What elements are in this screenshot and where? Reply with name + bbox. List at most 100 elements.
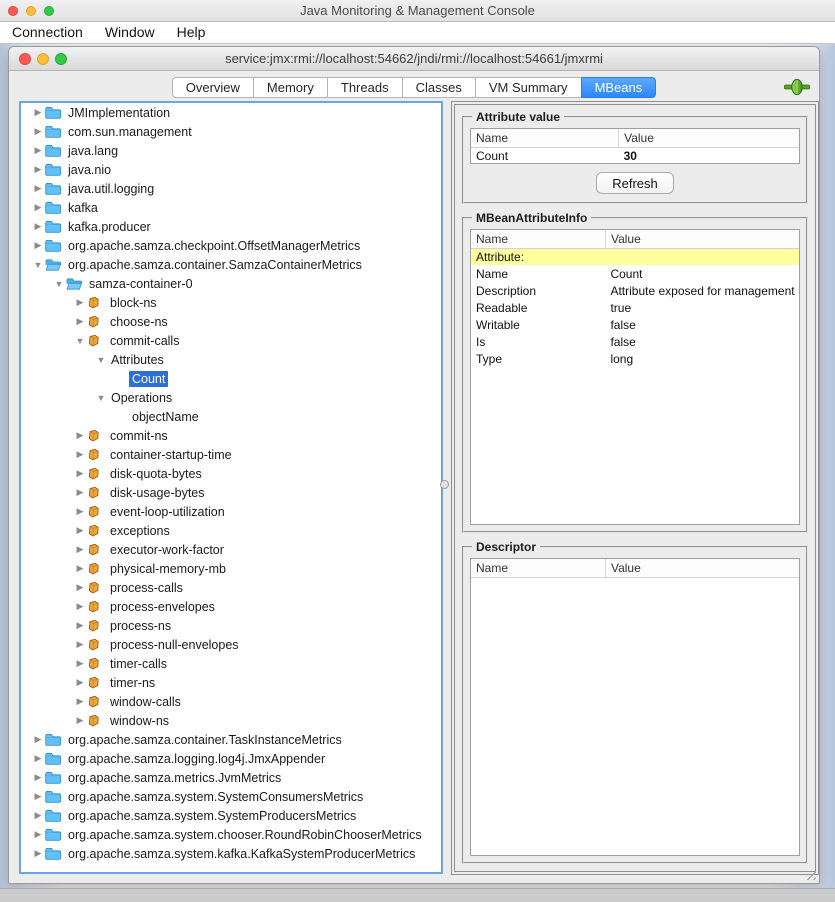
tree-item-org-apache-samza-container-samzacontainermetrics[interactable]: ▼org.apache.samza.container.SamzaContain… (21, 255, 441, 274)
tree-item-java-lang[interactable]: ▶java.lang (21, 141, 441, 160)
splitter-handle[interactable] (440, 480, 449, 489)
tree-item-count[interactable]: Count (21, 369, 441, 388)
collapsed-arrow-icon[interactable]: ▶ (31, 164, 45, 175)
expanded-arrow-icon[interactable]: ▼ (94, 393, 108, 403)
tab-threads[interactable]: Threads (327, 77, 403, 98)
tree-item-choose-ns[interactable]: ▶choose-ns (21, 312, 441, 331)
collapsed-arrow-icon[interactable]: ▶ (73, 639, 87, 650)
tree-item-container-startup-time[interactable]: ▶container-startup-time (21, 445, 441, 464)
tree-item-process-null-envelopes[interactable]: ▶process-null-envelopes (21, 635, 441, 654)
collapsed-arrow-icon[interactable]: ▶ (31, 202, 45, 213)
table-row-is[interactable]: Isfalse (471, 333, 799, 350)
tree-item-block-ns[interactable]: ▶block-ns (21, 293, 441, 312)
collapsed-arrow-icon[interactable]: ▶ (31, 107, 45, 118)
collapsed-arrow-icon[interactable]: ▶ (31, 240, 45, 251)
tree-item-timer-ns[interactable]: ▶timer-ns (21, 673, 441, 692)
tree-item-org-apache-samza-checkpoint-offsetmanagermetrics[interactable]: ▶org.apache.samza.checkpoint.OffsetManag… (21, 236, 441, 255)
tree-item-jmimplementation[interactable]: ▶JMImplementation (21, 103, 441, 122)
collapsed-arrow-icon[interactable]: ▶ (31, 848, 45, 859)
collapsed-arrow-icon[interactable]: ▶ (73, 316, 87, 327)
tree-item-org-apache-samza-metrics-jvmmetrics[interactable]: ▶org.apache.samza.metrics.JvmMetrics (21, 768, 441, 787)
collapsed-arrow-icon[interactable]: ▶ (31, 772, 45, 783)
tree-item-process-calls[interactable]: ▶process-calls (21, 578, 441, 597)
collapsed-arrow-icon[interactable]: ▶ (73, 525, 87, 536)
tree-item-samza-container-0[interactable]: ▼samza-container-0 (21, 274, 441, 293)
table-row-readable[interactable]: Readabletrue (471, 299, 799, 316)
collapsed-arrow-icon[interactable]: ▶ (73, 297, 87, 308)
tab-mbeans[interactable]: MBeans (581, 77, 657, 98)
expanded-arrow-icon[interactable]: ▼ (94, 355, 108, 365)
collapsed-arrow-icon[interactable]: ▶ (73, 696, 87, 707)
tab-classes[interactable]: Classes (402, 77, 476, 98)
tree-item-java-nio[interactable]: ▶java.nio (21, 160, 441, 179)
tree-item-process-ns[interactable]: ▶process-ns (21, 616, 441, 635)
tree-item-disk-usage-bytes[interactable]: ▶disk-usage-bytes (21, 483, 441, 502)
tree-item-executor-work-factor[interactable]: ▶executor-work-factor (21, 540, 441, 559)
refresh-button[interactable]: Refresh (596, 172, 674, 194)
tree-item-kafka-producer[interactable]: ▶kafka.producer (21, 217, 441, 236)
table-row-count[interactable]: Count30 (471, 147, 799, 164)
tab-overview[interactable]: Overview (172, 77, 254, 98)
tree-item-org-apache-samza-container-taskinstancemetrics[interactable]: ▶org.apache.samza.container.TaskInstance… (21, 730, 441, 749)
collapsed-arrow-icon[interactable]: ▶ (31, 753, 45, 764)
collapsed-arrow-icon[interactable]: ▶ (73, 677, 87, 688)
collapsed-arrow-icon[interactable]: ▶ (31, 791, 45, 802)
tree-item-org-apache-samza-system-chooser-roundrobinchoosermetrics[interactable]: ▶org.apache.samza.system.chooser.RoundRo… (21, 825, 441, 844)
tree-item-org-apache-samza-system-systemproducersmetrics[interactable]: ▶org.apache.samza.system.SystemProducers… (21, 806, 441, 825)
tab-vm-summary[interactable]: VM Summary (475, 77, 582, 98)
tree-item-commit-ns[interactable]: ▶commit-ns (21, 426, 441, 445)
collapsed-arrow-icon[interactable]: ▶ (73, 582, 87, 593)
menu-help[interactable]: Help (166, 22, 217, 44)
collapsed-arrow-icon[interactable]: ▶ (31, 126, 45, 137)
collapsed-arrow-icon[interactable]: ▶ (73, 487, 87, 498)
tree-item-process-envelopes[interactable]: ▶process-envelopes (21, 597, 441, 616)
tree-item-timer-calls[interactable]: ▶timer-calls (21, 654, 441, 673)
collapsed-arrow-icon[interactable]: ▶ (73, 544, 87, 555)
collapsed-arrow-icon[interactable]: ▶ (73, 601, 87, 612)
tree-item-window-calls[interactable]: ▶window-calls (21, 692, 441, 711)
column-header-value[interactable]: Value (619, 129, 799, 147)
expanded-arrow-icon[interactable]: ▼ (52, 279, 66, 289)
column-header-value[interactable]: Value (605, 559, 799, 577)
tree-item-operations[interactable]: ▼Operations (21, 388, 441, 407)
table-row-name[interactable]: NameCount (471, 265, 799, 282)
collapsed-arrow-icon[interactable]: ▶ (73, 430, 87, 441)
table-row-description[interactable]: DescriptionAttribute exposed for managem… (471, 282, 799, 299)
tree-item-event-loop-utilization[interactable]: ▶event-loop-utilization (21, 502, 441, 521)
tree-item-com-sun-management[interactable]: ▶com.sun.management (21, 122, 441, 141)
collapsed-arrow-icon[interactable]: ▶ (31, 734, 45, 745)
expanded-arrow-icon[interactable]: ▼ (73, 336, 87, 346)
collapsed-arrow-icon[interactable]: ▶ (31, 221, 45, 232)
collapsed-arrow-icon[interactable]: ▶ (73, 468, 87, 479)
column-header-name[interactable]: Name (471, 129, 619, 147)
collapsed-arrow-icon[interactable]: ▶ (31, 810, 45, 821)
collapsed-arrow-icon[interactable]: ▶ (31, 829, 45, 840)
tree-item-commit-calls[interactable]: ▼commit-calls (21, 331, 441, 350)
table-row-type[interactable]: Typelong (471, 350, 799, 367)
column-header-name[interactable]: Name (471, 230, 605, 248)
tree-item-org-apache-samza-logging-log4j-jmxappender[interactable]: ▶org.apache.samza.logging.log4j.JmxAppen… (21, 749, 441, 768)
tree-item-attributes[interactable]: ▼Attributes (21, 350, 441, 369)
tree-item-exceptions[interactable]: ▶exceptions (21, 521, 441, 540)
column-header-name[interactable]: Name (471, 559, 605, 577)
tree-item-physical-memory-mb[interactable]: ▶physical-memory-mb (21, 559, 441, 578)
table-row-writable[interactable]: Writablefalse (471, 316, 799, 333)
collapsed-arrow-icon[interactable]: ▶ (73, 506, 87, 517)
tree-item-kafka[interactable]: ▶kafka (21, 198, 441, 217)
menu-window[interactable]: Window (94, 22, 166, 44)
collapsed-arrow-icon[interactable]: ▶ (73, 658, 87, 669)
expanded-arrow-icon[interactable]: ▼ (31, 260, 45, 270)
tab-memory[interactable]: Memory (253, 77, 328, 98)
menu-connection[interactable]: Connection (0, 22, 94, 44)
tree-item-disk-quota-bytes[interactable]: ▶disk-quota-bytes (21, 464, 441, 483)
table-row-attribute[interactable]: Attribute: (471, 248, 799, 265)
tree-item-java-util-logging[interactable]: ▶java.util.logging (21, 179, 441, 198)
collapsed-arrow-icon[interactable]: ▶ (31, 145, 45, 156)
collapsed-arrow-icon[interactable]: ▶ (31, 183, 45, 194)
tree-item-objectname[interactable]: objectName (21, 407, 441, 426)
tree-item-org-apache-samza-system-systemconsumersmetrics[interactable]: ▶org.apache.samza.system.SystemConsumers… (21, 787, 441, 806)
collapsed-arrow-icon[interactable]: ▶ (73, 449, 87, 460)
tree-item-window-ns[interactable]: ▶window-ns (21, 711, 441, 730)
collapsed-arrow-icon[interactable]: ▶ (73, 620, 87, 631)
column-header-value[interactable]: Value (605, 230, 799, 248)
